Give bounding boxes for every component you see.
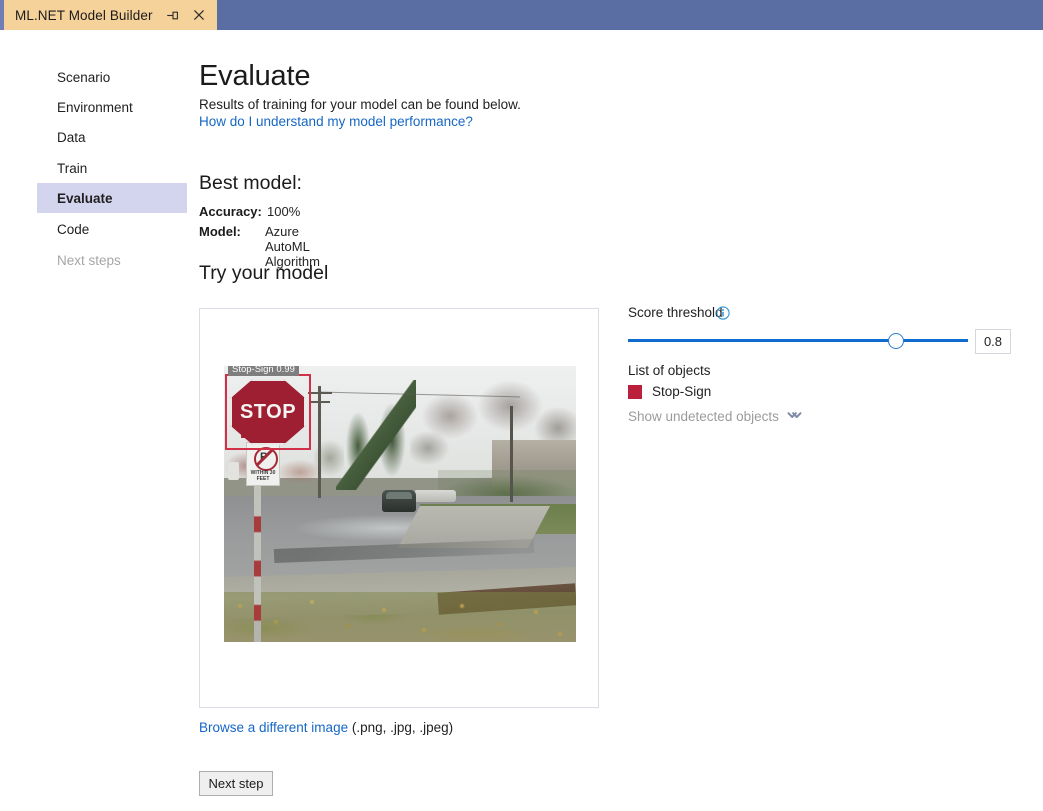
sidebar-item-data[interactable]: Data: [37, 122, 187, 152]
sidebar-item-train[interactable]: Train: [37, 153, 187, 183]
list-item[interactable]: Stop-Sign: [628, 384, 711, 399]
sidebar-item-evaluate[interactable]: Evaluate: [37, 183, 187, 213]
wizard-sidebar: Scenario Environment Data Train Evaluate…: [0, 30, 195, 811]
pin-icon[interactable]: [165, 8, 180, 23]
sidebar-item-label: Code: [57, 222, 89, 237]
browse-image-row: Browse a different image (.png, .jpg, .j…: [199, 720, 453, 735]
tool-window-tab[interactable]: ML.NET Model Builder: [4, 0, 217, 30]
try-your-model-heading: Try your model: [199, 262, 328, 285]
sidebar-item-next-steps: Next steps: [37, 245, 187, 275]
close-icon[interactable]: [192, 8, 207, 23]
prediction-image[interactable]: ALL WAY P WITHIN 30 FEET STOP Stop-Sign …: [224, 366, 576, 642]
score-threshold-slider[interactable]: [628, 339, 968, 342]
object-label: Stop-Sign: [652, 384, 711, 399]
score-threshold-slider-thumb[interactable]: [888, 333, 904, 349]
photo-pole-crossarm-2: [310, 401, 330, 403]
photo-utility-pole-2: [510, 406, 513, 502]
double-chevron-down-icon: [787, 411, 802, 423]
page-title: Evaluate: [199, 60, 310, 93]
sidebar-item-label: Evaluate: [57, 191, 113, 206]
model-stat: Model: Azure AutoML Algorithm: [199, 224, 241, 239]
no-parking-subtext: WITHIN 30 FEET: [247, 470, 279, 482]
sidebar-item-scenario[interactable]: Scenario: [37, 62, 187, 92]
photo-parked-cars: [414, 490, 456, 502]
image-preview-panel: ALL WAY P WITHIN 30 FEET STOP Stop-Sign …: [199, 308, 599, 708]
object-color-swatch: [628, 385, 642, 399]
sidebar-item-label: Scenario: [57, 70, 110, 85]
photo-conifer-trees: [336, 380, 416, 490]
sidebar-item-label: Environment: [57, 100, 133, 115]
info-icon[interactable]: [716, 306, 730, 320]
street-photo: ALL WAY P WITHIN 30 FEET STOP Stop-Sign …: [224, 366, 576, 642]
sidebar-item-label: Data: [57, 130, 86, 145]
show-undetected-objects-label: Show undetected objects: [628, 409, 779, 424]
photo-fallen-leaves: [224, 592, 576, 642]
page-subtitle: Results of training for your model can b…: [199, 97, 521, 112]
sidebar-item-code[interactable]: Code: [37, 214, 187, 244]
photo-distant-sign: [228, 462, 239, 480]
supported-extensions-label: (.png, .jpg, .jpeg): [352, 720, 453, 735]
accuracy-value: 100%: [267, 204, 300, 219]
photo-sign-post: [254, 484, 261, 642]
show-undetected-objects-toggle[interactable]: Show undetected objects: [628, 409, 802, 424]
photo-car-window: [386, 492, 412, 499]
sidebar-item-label: Next steps: [57, 253, 121, 268]
model-label: Model:: [199, 224, 241, 239]
sidebar-item-environment[interactable]: Environment: [37, 92, 187, 122]
score-threshold-label: Score threshold: [628, 305, 723, 320]
title-bar: ML.NET Model Builder: [0, 0, 1043, 30]
next-step-button[interactable]: Next step: [199, 771, 273, 796]
best-model-heading: Best model:: [199, 172, 302, 195]
accuracy-label: Accuracy:: [199, 204, 262, 219]
score-threshold-value[interactable]: 0.8: [975, 329, 1011, 354]
detection-bounding-box: Stop-Sign 0.99: [225, 374, 311, 450]
sidebar-item-label: Train: [57, 161, 87, 176]
tool-window-title: ML.NET Model Builder: [15, 8, 153, 23]
list-of-objects-heading: List of objects: [628, 363, 711, 378]
browse-different-image-link[interactable]: Browse a different image: [199, 720, 348, 735]
model-performance-help-link[interactable]: How do I understand my model performance…: [199, 114, 473, 129]
accuracy-stat: Accuracy: 100%: [199, 204, 262, 219]
detection-label: Stop-Sign 0.99: [228, 366, 299, 376]
